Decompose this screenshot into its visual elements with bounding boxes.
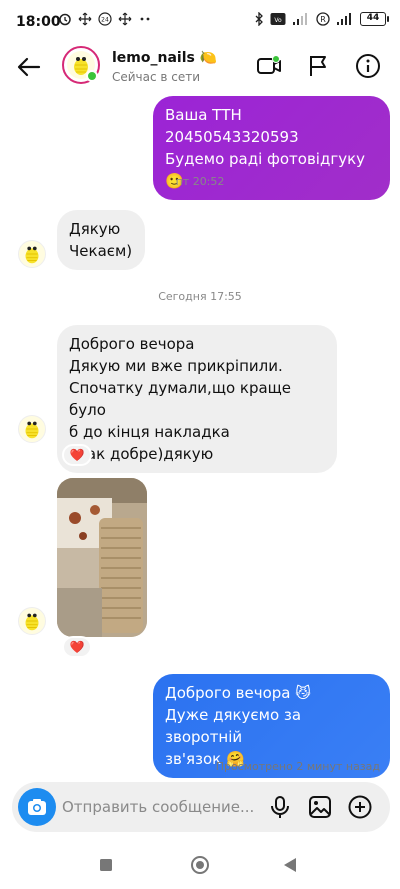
incoming-message[interactable]: Дякую Чекаєм) <box>57 210 145 270</box>
video-call-icon[interactable] <box>255 52 283 80</box>
add-icon[interactable] <box>347 794 373 820</box>
svg-text:Vo: Vo <box>274 17 282 24</box>
lemon-logo-icon <box>25 246 39 264</box>
photo-armrest-image <box>57 478 147 637</box>
more-dots-icon <box>140 17 150 21</box>
recents-icon[interactable] <box>99 858 113 872</box>
username-text: lemo_nails <box>112 50 195 66</box>
reaction-emoji: ❤️ <box>69 640 85 654</box>
photo-message[interactable] <box>57 478 147 637</box>
reaction-emoji: ❤️ <box>69 448 85 462</box>
signal-icon <box>293 13 307 25</box>
message-input[interactable]: Отправить сообщение... <box>62 798 254 816</box>
heart-reaction[interactable]: ❤️ <box>62 444 92 466</box>
move-icon <box>78 12 92 26</box>
back-nav-icon[interactable] <box>283 857 297 873</box>
message-timestamp: Сегодня 17:55 <box>158 290 242 303</box>
microphone-icon[interactable] <box>267 794 293 820</box>
heart-reaction[interactable]: ❤️ <box>62 636 92 658</box>
home-icon[interactable] <box>190 855 210 875</box>
avatar[interactable] <box>18 415 46 443</box>
signal-icon-2 <box>337 13 351 25</box>
username[interactable]: lemo_nails 🍋 <box>112 50 217 66</box>
alarm-icon <box>59 13 71 26</box>
bluetooth-icon <box>255 12 263 26</box>
avatar[interactable] <box>18 607 46 635</box>
lemon-logo-icon <box>25 613 39 631</box>
avatar[interactable] <box>18 240 46 268</box>
svg-text:24: 24 <box>101 17 109 24</box>
flag-icon[interactable] <box>305 52 333 80</box>
message-composer[interactable]: Отправить сообщение... <box>12 782 390 832</box>
info-icon[interactable] <box>354 52 382 80</box>
online-status: Сейчас в сети <box>112 70 201 84</box>
status-time: 18:00 <box>16 14 61 30</box>
lemon-logo-icon <box>25 421 39 439</box>
battery-icon: 44 <box>360 12 389 26</box>
system-nav-bar <box>0 844 400 889</box>
camera-button[interactable] <box>18 788 56 826</box>
status-bar: 18:00 24 Vo R 44 <box>0 0 400 44</box>
camera-icon <box>28 799 46 815</box>
message-timestamp: пт 20:52 <box>175 175 225 188</box>
seen-status: Просмотрено 2 минут назад <box>215 760 380 773</box>
back-arrow-icon[interactable] <box>14 52 44 82</box>
timer-24-icon: 24 <box>98 12 112 26</box>
username-emoji: 🍋 <box>199 50 218 66</box>
chat-header: lemo_nails 🍋 Сейчас в сети <box>0 44 400 90</box>
incoming-message[interactable]: Доброго вечора Дякую ми вже прикріпили. … <box>57 325 337 473</box>
volte-icon: Vo <box>270 13 286 25</box>
svg-text:R: R <box>320 15 326 24</box>
battery-level: 44 <box>366 13 380 23</box>
online-indicator <box>86 70 98 82</box>
move-icon-2 <box>118 12 132 26</box>
gallery-icon[interactable] <box>307 794 333 820</box>
roaming-icon: R <box>316 12 330 26</box>
